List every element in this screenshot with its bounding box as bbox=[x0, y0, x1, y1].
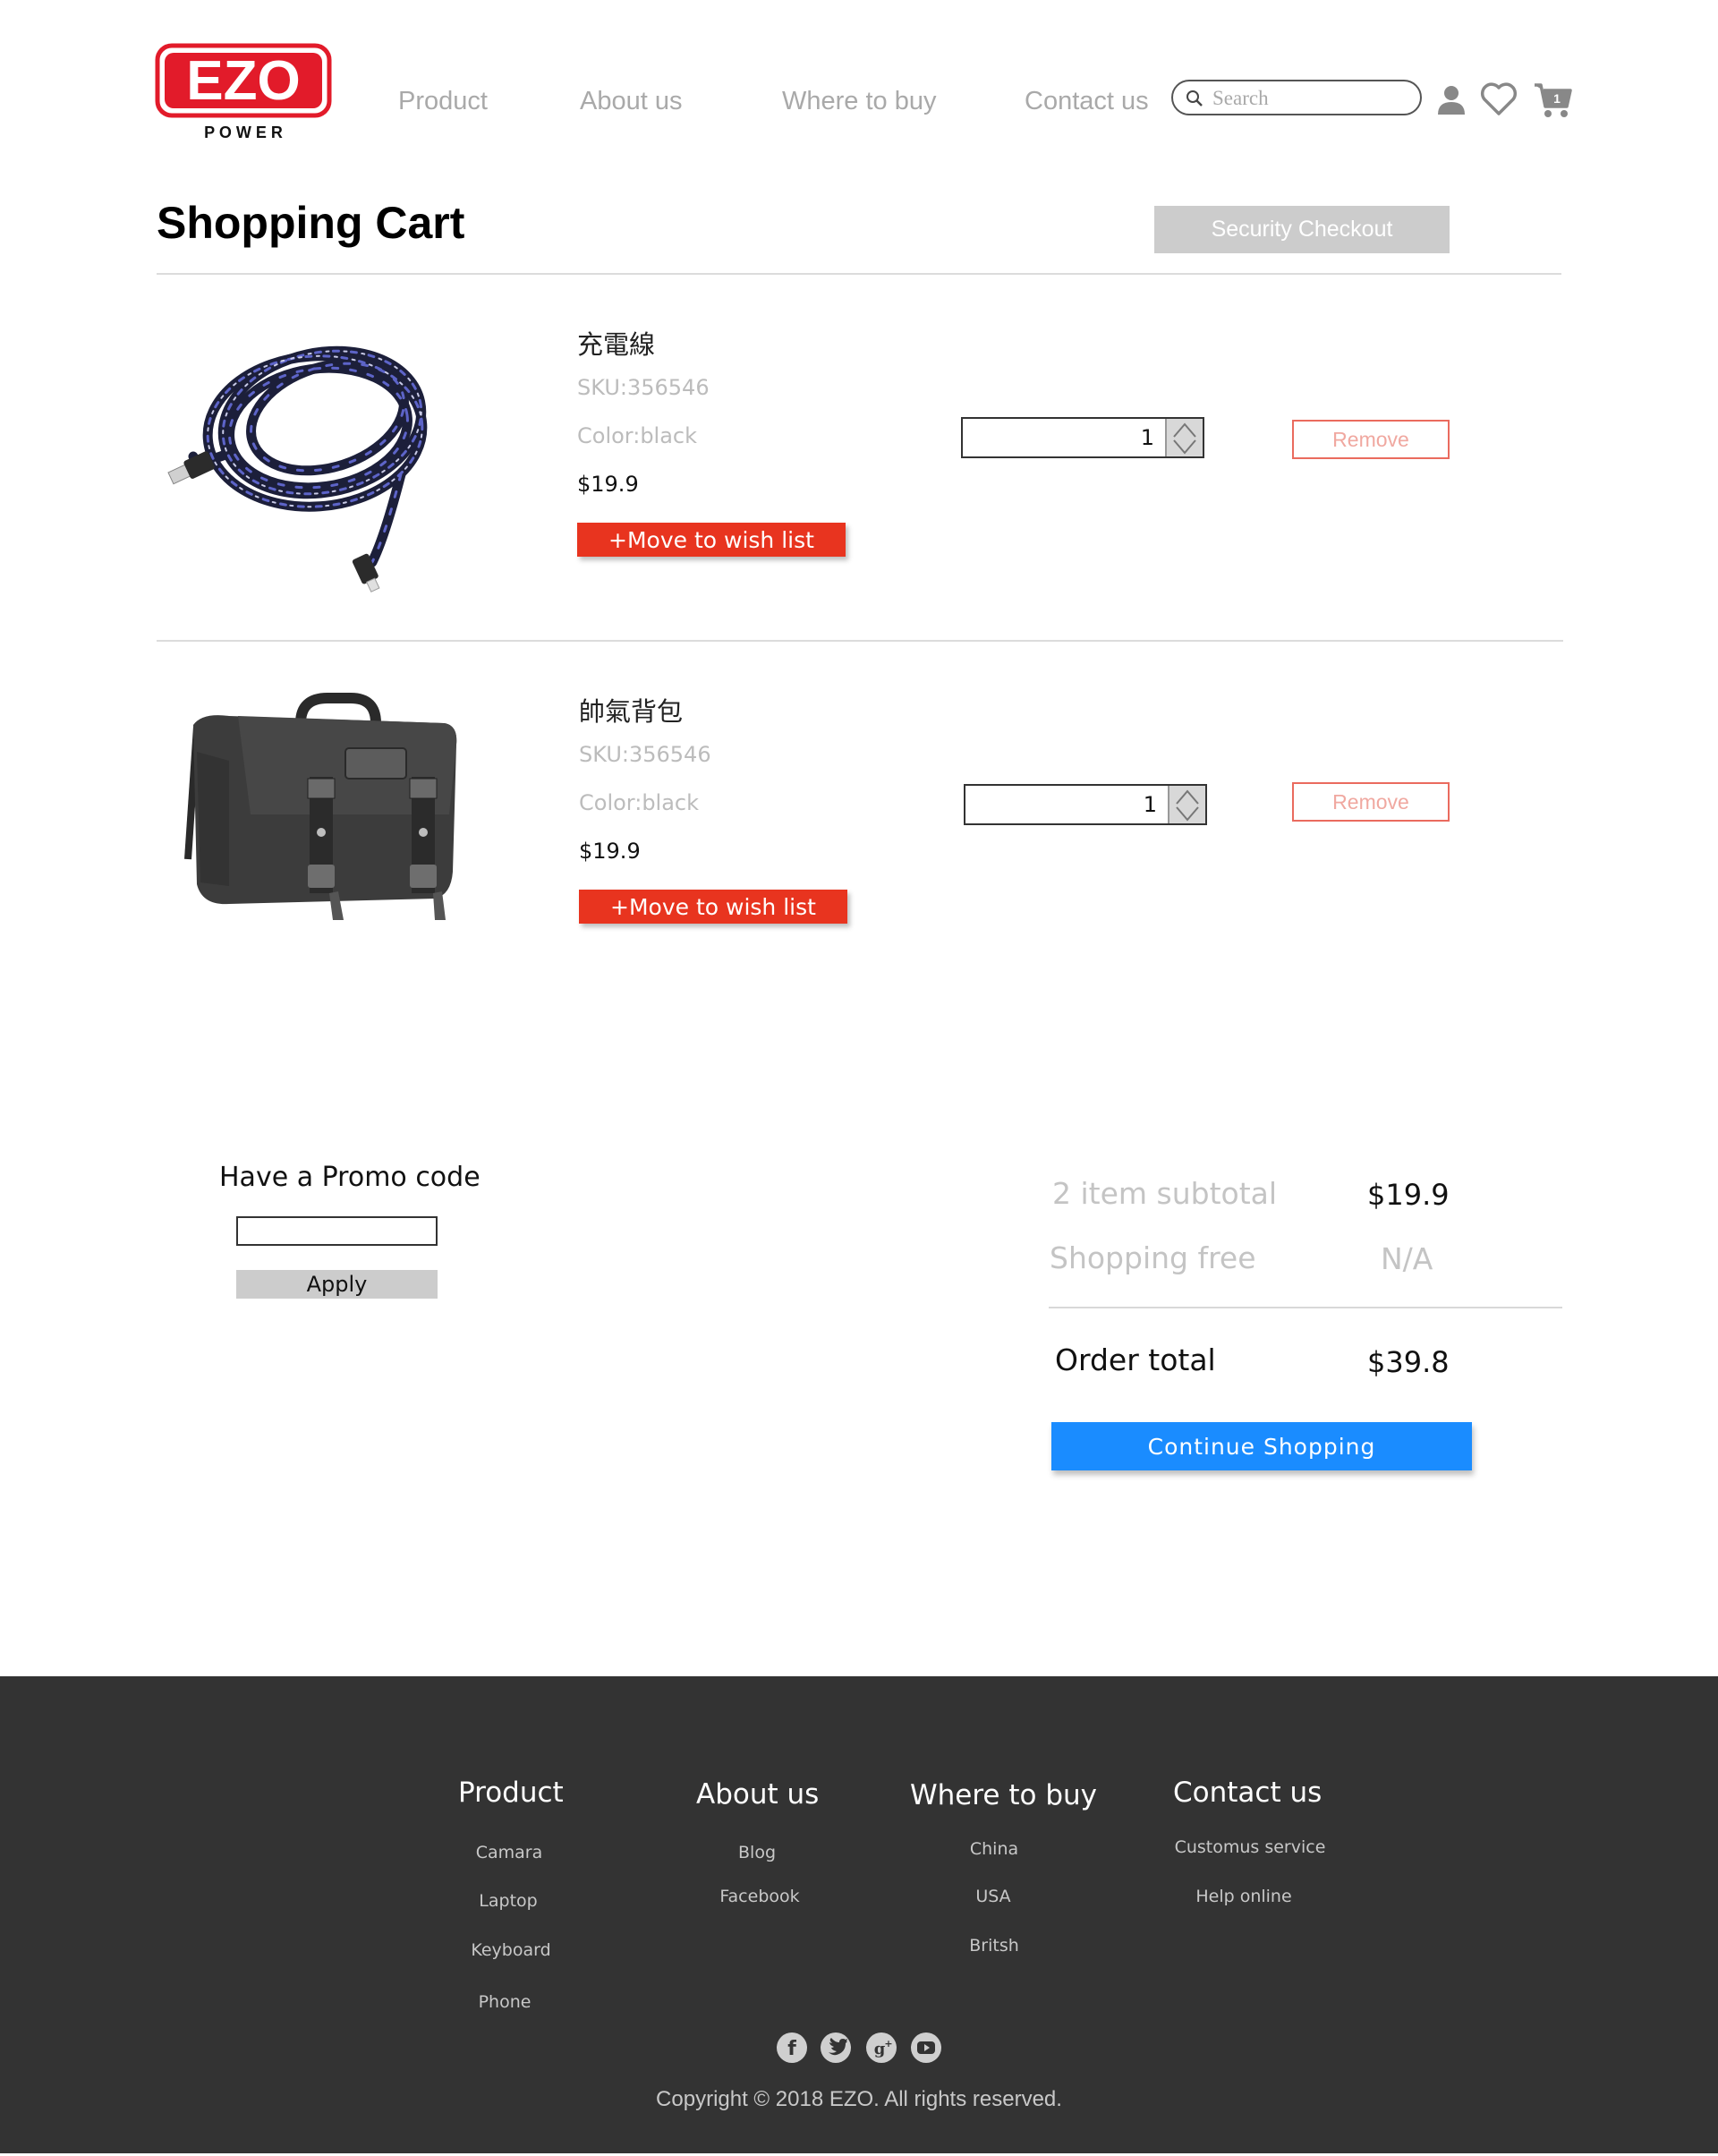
quantity-input[interactable] bbox=[969, 789, 1166, 820]
footer-link-customus-service[interactable]: Customus service bbox=[1175, 1837, 1326, 1857]
cart-icon[interactable]: 1 bbox=[1533, 81, 1572, 124]
shipping-value: N/A bbox=[1381, 1241, 1433, 1276]
product-color: Color:black bbox=[579, 790, 700, 815]
footer-link-laptop[interactable]: Laptop bbox=[479, 1891, 537, 1911]
product-sku: SKU:356546 bbox=[579, 742, 711, 767]
footer-heading-product[interactable]: Product bbox=[458, 1777, 564, 1809]
nav-where-to-buy[interactable]: Where to buy bbox=[782, 87, 936, 116]
cart-item: 充電線 SKU:356546 Color:black $19.9 +Move t… bbox=[0, 286, 1718, 644]
cart-count: 1 bbox=[1553, 91, 1561, 106]
security-checkout-button[interactable]: Security Checkout bbox=[1154, 206, 1450, 253]
footer-heading-contact-us[interactable]: Contact us bbox=[1173, 1777, 1322, 1809]
product-sku: SKU:356546 bbox=[577, 375, 710, 400]
ezo-power-logo[interactable]: EZO P O W E R bbox=[155, 43, 332, 141]
continue-shopping-button[interactable]: Continue Shopping bbox=[1051, 1422, 1472, 1470]
google-plus-icon[interactable]: g + bbox=[866, 2032, 897, 2063]
cart-item-divider bbox=[157, 640, 1563, 642]
summary-divider bbox=[1049, 1307, 1562, 1308]
quantity-input[interactable] bbox=[966, 422, 1163, 453]
apply-promo-button[interactable]: Apply bbox=[236, 1270, 438, 1299]
page-title: Shopping Cart bbox=[157, 198, 465, 248]
subtotal-label: 2 item subtotal bbox=[1052, 1176, 1278, 1211]
twitter-icon[interactable] bbox=[821, 2032, 851, 2063]
footer-link-usa[interactable]: USA bbox=[975, 1887, 1010, 1906]
footer-link-phone[interactable]: Phone bbox=[479, 1992, 532, 2012]
move-to-wish-list-button[interactable]: +Move to wish list bbox=[579, 890, 847, 924]
quantity-arrows-icon[interactable] bbox=[1168, 786, 1205, 823]
copyright-text: Copyright © 2018 EZO. All rights reserve… bbox=[656, 2087, 1062, 2111]
footer-link-blog[interactable]: Blog bbox=[738, 1843, 776, 1862]
order-total-value: $39.8 bbox=[1367, 1345, 1450, 1379]
footer-link-help-online[interactable]: Help online bbox=[1195, 1887, 1291, 1906]
user-icon[interactable] bbox=[1436, 84, 1467, 121]
nav-contact-us[interactable]: Contact us bbox=[1025, 87, 1149, 116]
footer-heading-where-to-buy[interactable]: Where to buy bbox=[910, 1779, 1097, 1811]
product-image-bag[interactable] bbox=[175, 680, 471, 931]
footer-link-keyboard[interactable]: Keyboard bbox=[471, 1940, 550, 1960]
search-icon bbox=[1186, 89, 1203, 107]
footer bbox=[0, 1676, 1718, 2153]
footer-link-camara[interactable]: Camara bbox=[476, 1843, 543, 1862]
facebook-icon[interactable]: f bbox=[777, 2032, 807, 2063]
remove-button[interactable]: Remove bbox=[1292, 782, 1450, 822]
svg-text:f: f bbox=[787, 2038, 796, 2060]
shipping-label: Shopping free bbox=[1050, 1240, 1256, 1275]
nav-about-us[interactable]: About us bbox=[580, 87, 682, 116]
footer-link-britsh[interactable]: Britsh bbox=[969, 1936, 1019, 1956]
footer-link-facebook[interactable]: Facebook bbox=[719, 1887, 799, 1906]
product-color: Color:black bbox=[577, 423, 698, 448]
quantity-arrows-icon[interactable] bbox=[1165, 419, 1203, 456]
product-name[interactable]: 帥氣背包 bbox=[579, 691, 683, 729]
search-input[interactable] bbox=[1212, 87, 1409, 110]
order-total-label: Order total bbox=[1055, 1342, 1216, 1377]
product-image-cable[interactable] bbox=[161, 322, 483, 618]
move-to-wish-list-button[interactable]: +Move to wish list bbox=[577, 523, 846, 557]
promo-code-title: Have a Promo code bbox=[219, 1162, 481, 1193]
logo-wordmark: EZO bbox=[186, 50, 300, 112]
subtotal-value: $19.9 bbox=[1367, 1178, 1450, 1212]
search-box[interactable] bbox=[1171, 80, 1422, 115]
cart-divider-top bbox=[157, 273, 1561, 275]
youtube-icon[interactable] bbox=[911, 2032, 941, 2063]
quantity-stepper[interactable] bbox=[961, 417, 1204, 458]
footer-link-china[interactable]: China bbox=[970, 1839, 1018, 1859]
footer-heading-about-us[interactable]: About us bbox=[696, 1778, 819, 1811]
svg-text:+: + bbox=[884, 2038, 892, 2049]
product-price: $19.9 bbox=[579, 839, 641, 864]
promo-code-input[interactable] bbox=[236, 1216, 438, 1246]
quantity-stepper[interactable] bbox=[964, 784, 1207, 825]
logo-tagline: P O W E R bbox=[204, 124, 283, 141]
nav-product[interactable]: Product bbox=[398, 87, 488, 116]
product-price: $19.9 bbox=[577, 472, 639, 497]
heart-icon[interactable] bbox=[1480, 82, 1518, 121]
cart-item: 帥氣背包 SKU:356546 Color:black $19.9 +Move … bbox=[0, 653, 1718, 1011]
remove-button[interactable]: Remove bbox=[1292, 420, 1450, 459]
product-name[interactable]: 充電線 bbox=[577, 324, 655, 362]
